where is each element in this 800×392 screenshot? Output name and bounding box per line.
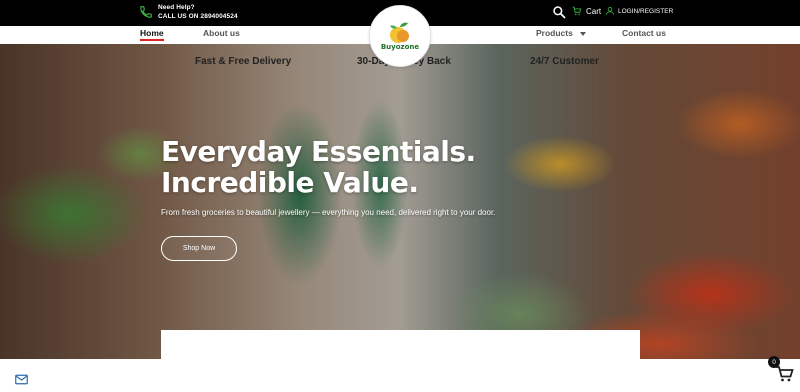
phone-icon	[140, 6, 152, 18]
nav-about[interactable]: About us	[203, 28, 240, 38]
user-icon	[606, 7, 614, 15]
chevron-down-icon	[579, 31, 586, 36]
cart-link[interactable]: Cart	[572, 6, 601, 16]
help-title: Need Help?	[158, 4, 195, 11]
cart-label: Cart	[586, 6, 602, 16]
logo-text: Buyozone	[380, 43, 420, 51]
features-card	[161, 330, 640, 392]
login-register-link[interactable]: LOGIN/REGISTER	[605, 6, 673, 16]
feature-customer-support: 24/7 Customer	[530, 56, 599, 67]
hero-banner: Everyday Essentials. Incredible Value. F…	[0, 44, 800, 359]
search-icon[interactable]	[552, 5, 566, 19]
hero-subtitle: From fresh groceries to beautiful jewell…	[161, 208, 496, 217]
nav-home[interactable]: Home	[140, 28, 164, 41]
logo-fruit-icon	[390, 22, 409, 43]
site-logo[interactable]: Buyozone	[369, 5, 431, 67]
cart-count-badge: 0	[768, 356, 780, 368]
login-register-label: LOGIN/REGISTER	[618, 7, 674, 15]
nav-products-label: Products	[536, 28, 573, 38]
nav-contact[interactable]: Contact us	[622, 28, 666, 38]
shop-now-button[interactable]: Shop Now	[161, 236, 237, 261]
help-phone[interactable]: CALL US ON 2894004524	[158, 12, 238, 21]
help-contact: Need Help? CALL US ON 2894004524	[139, 3, 238, 21]
cart-icon	[572, 6, 582, 16]
hero-title-line-1: Everyday Essentials.	[161, 135, 476, 168]
page: Need Help? CALL US ON 2894004524 Cart LO…	[0, 0, 800, 392]
hero-title-line-2: Incredible Value.	[161, 166, 419, 199]
mail-icon[interactable]	[15, 374, 28, 385]
hero-title: Everyday Essentials. Incredible Value.	[161, 136, 476, 198]
feature-delivery: Fast & Free Delivery	[195, 56, 292, 67]
nav-products[interactable]: Products	[536, 28, 586, 38]
